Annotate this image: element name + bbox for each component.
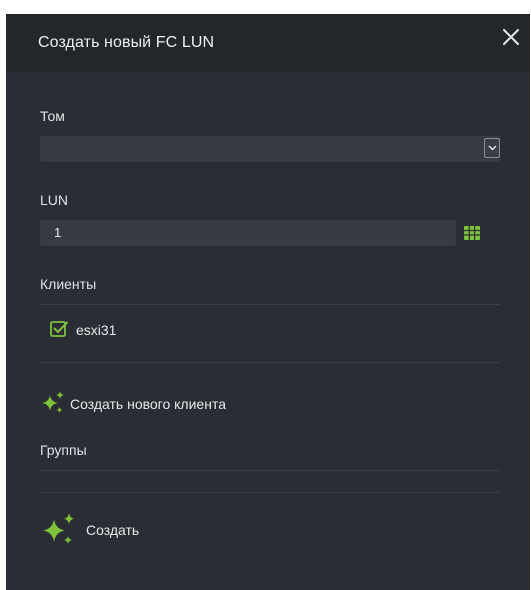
divider xyxy=(40,304,500,305)
lun-label: LUN xyxy=(40,192,69,208)
create-new-client-label: Создать нового клиента xyxy=(70,396,226,412)
dialog-title: Создать новый FC LUN xyxy=(38,34,215,51)
create-new-client-button[interactable]: Создать нового клиента xyxy=(40,390,300,416)
grid-icon xyxy=(464,226,480,240)
checkbox-checked-icon[interactable] xyxy=(50,320,69,338)
client-item-esxi31[interactable]: esxi31 xyxy=(50,318,250,340)
client-name: esxi31 xyxy=(76,322,117,338)
create-button[interactable]: Создать xyxy=(40,512,180,546)
groups-label: Группы xyxy=(40,442,87,458)
volume-label: Том xyxy=(40,108,65,124)
chevron-down-icon xyxy=(488,145,497,151)
sparkle-icon xyxy=(43,513,74,544)
divider xyxy=(40,470,500,471)
divider xyxy=(40,362,500,363)
lun-input[interactable] xyxy=(40,220,456,246)
create-button-label: Создать xyxy=(86,522,140,538)
dialog-header: Создать новый FC LUN xyxy=(6,14,530,72)
create-fc-lun-dialog: Создать новый FC LUN Том LUN Клиенты xyxy=(6,14,530,590)
clients-label: Клиенты xyxy=(40,276,97,292)
close-icon xyxy=(503,29,519,45)
lun-picker-button[interactable] xyxy=(464,226,480,240)
sparkle-icon xyxy=(42,391,64,413)
volume-select[interactable] xyxy=(40,136,500,162)
divider xyxy=(40,492,500,493)
volume-dropdown-toggle[interactable] xyxy=(484,138,500,158)
close-button[interactable] xyxy=(500,26,522,48)
